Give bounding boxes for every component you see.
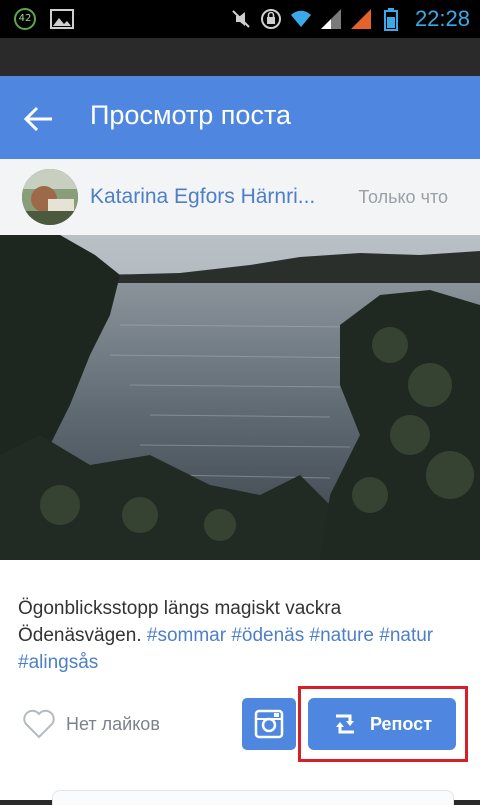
app-bar: Просмотр поста: [0, 76, 480, 159]
top-band: [0, 38, 480, 76]
signal-icon: [350, 9, 371, 29]
avatar[interactable]: [22, 169, 78, 225]
battery-icon: [383, 8, 398, 31]
notification-badge-icon: 42: [14, 8, 36, 30]
like-button[interactable]: Нет лайков: [22, 707, 160, 741]
hashtag[interactable]: #ödenäs: [231, 625, 304, 646]
status-icons: 22:28: [229, 5, 470, 33]
signal-icon: [320, 9, 341, 29]
hashtag[interactable]: #natur: [379, 625, 433, 646]
gallery-icon: [50, 9, 74, 29]
back-arrow-icon[interactable]: [22, 102, 56, 136]
page-title: Просмотр поста: [90, 100, 292, 130]
hashtag[interactable]: #alingsås: [18, 652, 98, 673]
wifi-icon: [290, 10, 311, 27]
hashtag[interactable]: #nature: [310, 625, 374, 646]
rotation-lock-icon: [260, 9, 281, 29]
instagram-button[interactable]: [242, 698, 296, 750]
post-card: Katarina Egfors Härnri... Только что Ögo…: [0, 159, 480, 805]
author-name[interactable]: Katarina Egfors Härnri...: [90, 185, 340, 209]
post-time: Только что: [358, 187, 448, 207]
hashtag[interactable]: #sommar: [147, 625, 226, 646]
post-caption: Ögonblicksstopp längs magiskt vackra Öde…: [18, 595, 468, 676]
likes-count-label: Нет лайков: [66, 713, 160, 734]
repost-label: Репост: [369, 713, 433, 734]
instagram-icon: [254, 709, 284, 739]
status-bar: 42 22:28: [0, 0, 480, 38]
heart-icon: [23, 709, 55, 739]
comment-input[interactable]: [52, 790, 454, 805]
repost-icon: [335, 714, 354, 734]
mute-icon: [232, 10, 250, 28]
status-time: 22:28: [414, 6, 470, 31]
repost-button[interactable]: Репост: [308, 698, 456, 750]
post-photo[interactable]: [0, 235, 480, 560]
post-header: Katarina Egfors Härnri... Только что: [0, 159, 480, 235]
